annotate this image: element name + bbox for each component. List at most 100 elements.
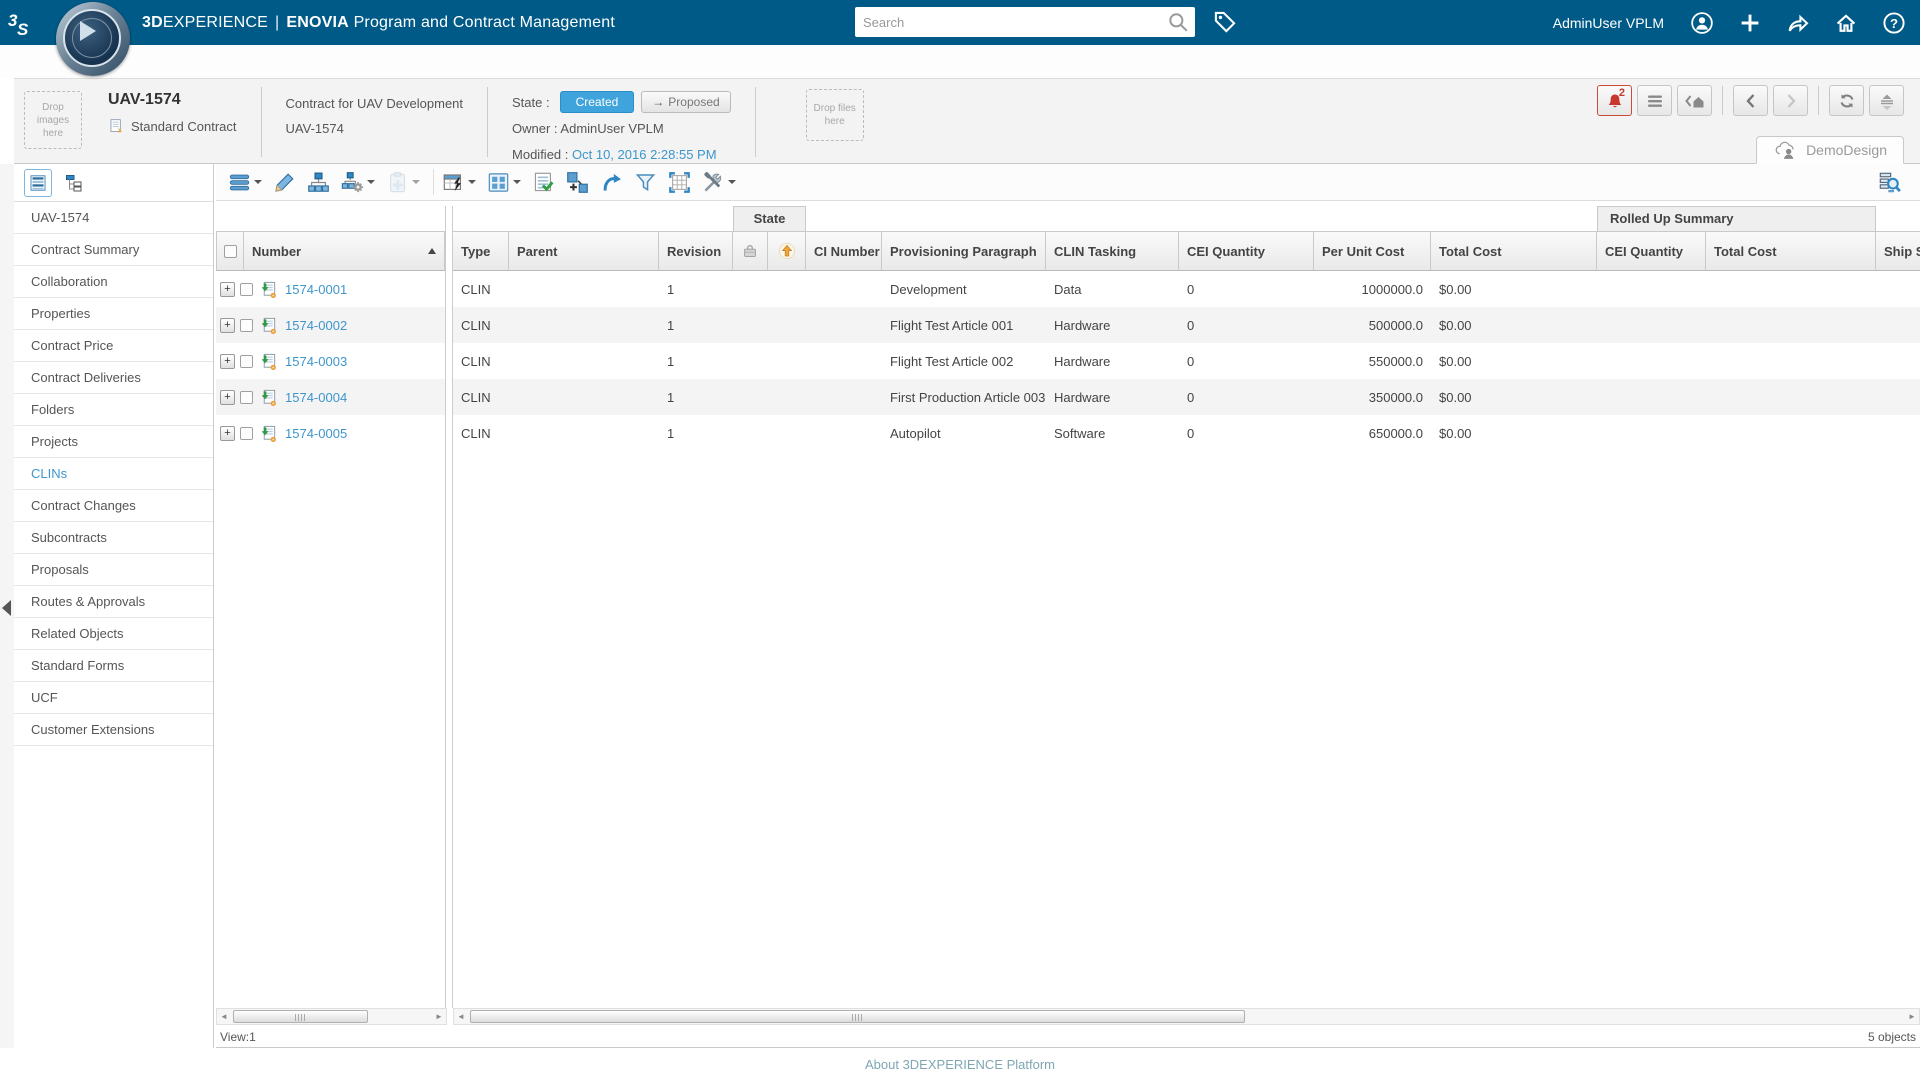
expand-row-button[interactable]: + [220, 389, 235, 405]
menu-lines-button[interactable] [1637, 85, 1672, 116]
cell-cei: 0 [1187, 353, 1195, 369]
row-checkbox[interactable] [240, 282, 253, 296]
row-checkbox[interactable] [240, 426, 253, 440]
expand-row-button[interactable]: + [220, 317, 235, 333]
column-header-task[interactable]: CLIN Tasking [1046, 231, 1179, 271]
collapse-sidebar-handle[interactable] [2, 600, 11, 616]
search-in-table-button[interactable] [1878, 171, 1901, 194]
column-header-parent[interactable]: Parent [509, 231, 659, 271]
scroll-left-arrow[interactable]: ◄ [217, 1009, 231, 1024]
column-header-total[interactable]: Total Cost [1431, 231, 1597, 271]
sidebar-item-contract-summary[interactable]: Contract Summary [14, 234, 213, 266]
scroll-right-arrow[interactable]: ► [1905, 1009, 1919, 1024]
select-all-checkbox[interactable] [223, 244, 237, 258]
column-header-ru_total[interactable]: Total Cost [1706, 231, 1876, 271]
modified-date[interactable]: Oct 10, 2016 2:28:55 PM [572, 147, 717, 162]
quick-table-button[interactable] [442, 171, 476, 194]
column-header-revision[interactable]: Revision [659, 231, 733, 271]
nav-back-button[interactable] [1733, 85, 1768, 116]
state-current-button[interactable]: Created [559, 91, 635, 113]
column-header-type[interactable]: Type [453, 231, 509, 271]
column-header-lock[interactable] [733, 231, 768, 271]
sidebar-item-folders[interactable]: Folders [14, 394, 213, 426]
sidebar-item-related-objects[interactable]: Related Objects [14, 618, 213, 650]
sidebar-item-contract-deliveries[interactable]: Contract Deliveries [14, 362, 213, 394]
cell-prov: Flight Test Article 002 [890, 353, 1014, 369]
row-number-link[interactable]: 1574-0001 [285, 282, 347, 297]
column-header-ci[interactable]: CI Number [806, 231, 882, 271]
sidebar-item-proposals[interactable]: Proposals [14, 554, 213, 586]
column-header-cei[interactable]: CEI Quantity [1179, 231, 1314, 271]
drop-files-zone[interactable]: Drop files here [805, 89, 864, 141]
cell-revision: 1 [667, 317, 675, 333]
sidebar-item-customer-extensions[interactable]: Customer Extensions [14, 714, 213, 746]
user-avatar-icon[interactable] [1690, 11, 1714, 35]
edit-pencil-button[interactable] [273, 171, 296, 194]
sidebar-item-uav-1574[interactable]: UAV-1574 [14, 202, 213, 234]
column-header-ship[interactable]: Ship S [1876, 231, 1920, 271]
main-pane-scrollbar[interactable]: ◄ ► [453, 1008, 1920, 1025]
column-header-promote[interactable] [768, 231, 806, 271]
notifications-bell-button[interactable]: 2 [1597, 85, 1632, 116]
sidebar-item-projects[interactable]: Projects [14, 426, 213, 458]
list-view-toggle[interactable] [24, 168, 52, 197]
cell-type: CLIN [461, 425, 491, 441]
scroll-right-arrow[interactable]: ► [432, 1009, 446, 1024]
row-number-link[interactable]: 1574-0003 [285, 354, 347, 369]
row-checkbox[interactable] [240, 390, 253, 404]
column-header-ru_cei[interactable]: CEI Quantity [1597, 231, 1706, 271]
home-back-button[interactable] [1677, 85, 1712, 116]
select-table-button[interactable] [668, 171, 691, 194]
sidebar-item-contract-price[interactable]: Contract Price [14, 330, 213, 362]
row-number-link[interactable]: 1574-0002 [285, 318, 347, 333]
tag-icon[interactable] [1212, 9, 1238, 35]
sidebar-item-contract-changes[interactable]: Contract Changes [14, 490, 213, 522]
scrollbar-thumb[interactable] [470, 1010, 1245, 1023]
expand-row-button[interactable]: + [220, 425, 235, 441]
column-header-prov[interactable]: Provisioning Paragraph [882, 231, 1046, 271]
view-grid-button[interactable] [487, 171, 521, 194]
sidebar-item-standard-forms[interactable]: Standard Forms [14, 650, 213, 682]
validate-document-button[interactable] [532, 171, 555, 194]
column-header-number[interactable]: Number [244, 231, 445, 271]
row-checkbox[interactable] [240, 354, 253, 368]
user-name[interactable]: AdminUser VPLM [1553, 15, 1664, 31]
tools-button[interactable] [702, 171, 736, 194]
share-icon[interactable] [1786, 11, 1810, 35]
structure-button[interactable] [307, 171, 330, 194]
sidebar-item-collaboration[interactable]: Collaboration [14, 266, 213, 298]
expand-row-button[interactable]: + [220, 353, 235, 369]
sidebar-item-properties[interactable]: Properties [14, 298, 213, 330]
filter-funnel-button[interactable] [634, 171, 657, 194]
about-link[interactable]: About 3DEXPERIENCE Platform [865, 1057, 1055, 1072]
structure-settings-button[interactable] [341, 171, 375, 194]
help-icon[interactable]: ? [1882, 11, 1906, 35]
scroll-left-arrow[interactable]: ◄ [454, 1009, 468, 1024]
scrollbar-thumb[interactable] [233, 1010, 368, 1023]
expand-row-button[interactable]: + [220, 281, 235, 297]
drop-images-zone[interactable]: Drop images here [24, 91, 82, 149]
row-height-button[interactable] [1869, 85, 1904, 116]
sidebar-item-subcontracts[interactable]: Subcontracts [14, 522, 213, 554]
actions-menu-button[interactable] [228, 171, 262, 194]
home-icon[interactable] [1834, 11, 1858, 35]
promote-curve-button[interactable] [600, 171, 623, 194]
workspace-tab[interactable]: DemoDesign [1756, 136, 1904, 164]
row-number-link[interactable]: 1574-0004 [285, 390, 347, 405]
column-header-per[interactable]: Per Unit Cost [1314, 231, 1431, 271]
tree-view-toggle[interactable] [60, 169, 88, 197]
refresh-button[interactable] [1829, 85, 1864, 116]
sidebar-item-ucf[interactable]: UCF [14, 682, 213, 714]
sidebar-item-routes-approvals[interactable]: Routes & Approvals [14, 586, 213, 618]
search-input[interactable] [855, 14, 1167, 30]
frozen-pane-scrollbar[interactable]: ◄ ► [216, 1008, 447, 1025]
search-icon[interactable] [1167, 11, 1189, 33]
cell-per: 550000.0 [1368, 353, 1423, 369]
add-plus-icon[interactable] [1738, 11, 1762, 35]
sidebar-item-clins[interactable]: CLINs [14, 458, 213, 490]
3dexperience-compass-icon[interactable] [56, 2, 130, 76]
add-related-button[interactable] [566, 171, 589, 194]
row-number-link[interactable]: 1574-0005 [285, 426, 347, 441]
state-promote-button[interactable]: → Proposed [641, 91, 731, 113]
row-checkbox[interactable] [240, 318, 253, 332]
